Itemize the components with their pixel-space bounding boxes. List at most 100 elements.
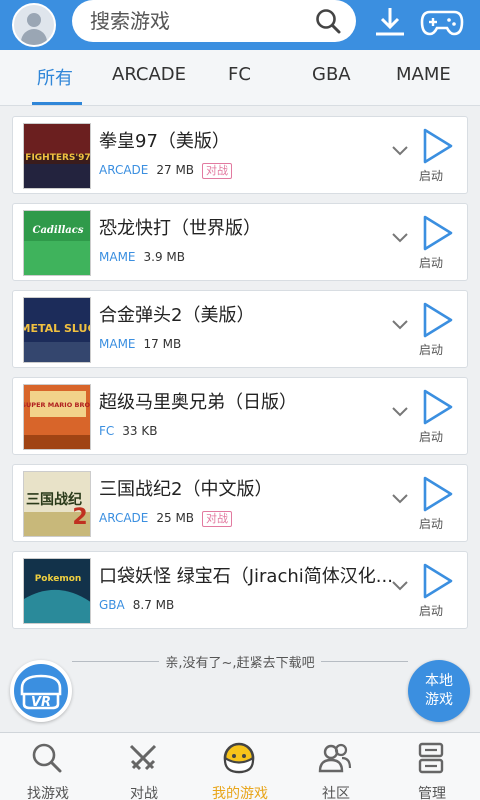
- game-platform: MAME: [99, 337, 136, 351]
- thumb-label: METAL SLUG: [24, 322, 91, 335]
- game-card[interactable]: SUPER MARIO BROS 超级马里奥兄弟（日版） FC 33 KB 启动: [12, 377, 468, 455]
- tab-all[interactable]: 所有: [37, 64, 73, 90]
- thumb-number: 2: [72, 505, 87, 530]
- game-title: 超级马里奥兄弟（日版）: [99, 392, 297, 413]
- game-size: 3.9 MB: [143, 250, 185, 264]
- thumb-label: Cadillacs: [32, 225, 83, 236]
- vr-headset-icon: VR: [20, 674, 62, 710]
- nav-label: 管理: [418, 786, 446, 800]
- game-platform: ARCADE: [99, 163, 149, 177]
- game-thumbnail: FIGHTERS'97: [23, 123, 91, 189]
- game-thumbnail: Cadillacs: [23, 210, 91, 276]
- search-icon: [32, 743, 62, 773]
- game-size: 27 MB: [156, 163, 195, 177]
- tab-arcade[interactable]: ARCADE: [112, 64, 186, 85]
- game-size: 33 KB: [122, 424, 158, 438]
- end-of-list-text: 亲,没有了~,赶紧去下载吧: [0, 652, 480, 671]
- game-meta: FC 33 KB: [99, 424, 165, 438]
- nav-community[interactable]: 社区: [288, 733, 384, 800]
- start-label[interactable]: 启动: [419, 428, 443, 445]
- game-thumbnail: METAL SLUG: [23, 297, 91, 363]
- tab-underline: [32, 102, 82, 105]
- play-icon[interactable]: [421, 475, 455, 513]
- start-label[interactable]: 启动: [419, 602, 443, 619]
- tab-mame[interactable]: MAME: [396, 64, 451, 85]
- game-card[interactable]: Pokemon 口袋妖怪 绿宝石（Jirachi简体汉化... GBA 8.7 M…: [12, 551, 468, 629]
- nav-label: 找游戏: [27, 786, 69, 800]
- game-thumbnail: 三国战纪 2: [23, 471, 91, 537]
- users-icon: [318, 743, 352, 773]
- play-icon[interactable]: [421, 562, 455, 600]
- tab-gba[interactable]: GBA: [312, 64, 351, 85]
- game-meta: GBA 8.7 MB: [99, 598, 182, 612]
- start-label[interactable]: 启动: [419, 167, 443, 184]
- nav-my-games[interactable]: 我的游戏: [192, 733, 288, 800]
- nav-label: 我的游戏: [212, 786, 268, 800]
- start-label[interactable]: 启动: [419, 515, 443, 532]
- game-card[interactable]: 三国战纪 2 三国战纪2（中文版） ARCADE 25 MB 对战 启动: [12, 464, 468, 542]
- chevron-down-icon[interactable]: [391, 493, 409, 505]
- avatar[interactable]: [12, 3, 56, 47]
- nav-battle[interactable]: 对战: [96, 733, 192, 800]
- game-platform: ARCADE: [99, 511, 149, 525]
- avatar-body: [21, 29, 47, 45]
- game-meta: ARCADE 27 MB 对战: [99, 163, 233, 179]
- category-tabs: 所有 ARCADE FC GBA MAME: [0, 50, 480, 106]
- game-meta: MAME 3.9 MB: [99, 250, 193, 264]
- game-size: 8.7 MB: [132, 598, 175, 612]
- gamepad-icon[interactable]: [420, 6, 464, 38]
- top-bar: [0, 0, 480, 50]
- game-meta: ARCADE 25 MB 对战: [99, 511, 233, 527]
- play-icon[interactable]: [421, 214, 455, 252]
- chevron-down-icon[interactable]: [391, 319, 409, 331]
- game-title: 恐龙快打（世界版）: [99, 218, 261, 239]
- game-title: 三国战纪2（中文版）: [99, 479, 273, 500]
- thumb-label: SUPER MARIO BROS: [24, 401, 91, 409]
- vr-button[interactable]: VR: [10, 660, 72, 722]
- nav-find-games[interactable]: 找游戏: [0, 733, 96, 800]
- thumb-label: Pokemon: [35, 574, 82, 584]
- start-label[interactable]: 启动: [419, 254, 443, 271]
- play-icon[interactable]: [421, 388, 455, 426]
- chevron-down-icon[interactable]: [391, 232, 409, 244]
- versus-badge: 对战: [202, 511, 233, 527]
- search-box[interactable]: [72, 0, 356, 42]
- game-size: 25 MB: [156, 511, 195, 525]
- bottom-nav: 找游戏 对战 我的游戏 社区 管理: [0, 732, 480, 800]
- game-platform: MAME: [99, 250, 136, 264]
- game-platform: FC: [99, 424, 115, 438]
- play-icon[interactable]: [421, 301, 455, 339]
- crossed-swords-icon: [129, 744, 157, 771]
- local-games-line1: 本地: [425, 673, 453, 689]
- game-title: 拳皇97（美版）: [99, 131, 230, 152]
- nav-manage[interactable]: 管理: [384, 733, 480, 800]
- nav-label: 对战: [130, 786, 158, 800]
- chevron-down-icon[interactable]: [391, 580, 409, 592]
- local-games-button[interactable]: 本地 游戏: [408, 660, 470, 722]
- play-icon[interactable]: [421, 127, 455, 165]
- game-thumbnail: SUPER MARIO BROS: [23, 384, 91, 450]
- end-of-list-label: 亲,没有了~,赶紧去下载吧: [159, 656, 321, 671]
- chevron-down-icon[interactable]: [391, 145, 409, 157]
- tab-fc[interactable]: FC: [228, 64, 251, 85]
- avatar-head: [27, 13, 41, 27]
- chevron-down-icon[interactable]: [391, 406, 409, 418]
- game-title: 口袋妖怪 绿宝石（Jirachi简体汉化...: [99, 566, 393, 587]
- vr-label: VR: [31, 695, 51, 710]
- game-meta: MAME 17 MB: [99, 337, 189, 351]
- search-icon[interactable]: [314, 7, 342, 35]
- versus-badge: 对战: [202, 163, 233, 179]
- server-icon: [418, 742, 444, 774]
- ball-icon: [223, 742, 255, 774]
- game-card[interactable]: METAL SLUG 合金弹头2（美版） MAME 17 MB 启动: [12, 290, 468, 368]
- game-card[interactable]: Cadillacs 恐龙快打（世界版） MAME 3.9 MB 启动: [12, 203, 468, 281]
- nav-label: 社区: [322, 786, 350, 800]
- download-icon[interactable]: [372, 6, 408, 38]
- local-games-line2: 游戏: [425, 692, 453, 708]
- game-card[interactable]: FIGHTERS'97 拳皇97（美版） ARCADE 27 MB 对战 启动: [12, 116, 468, 194]
- game-title: 合金弹头2（美版）: [99, 305, 255, 326]
- game-size: 17 MB: [143, 337, 182, 351]
- thumb-label: FIGHTERS'97: [25, 153, 90, 163]
- start-label[interactable]: 启动: [419, 341, 443, 358]
- search-input[interactable]: [90, 0, 310, 42]
